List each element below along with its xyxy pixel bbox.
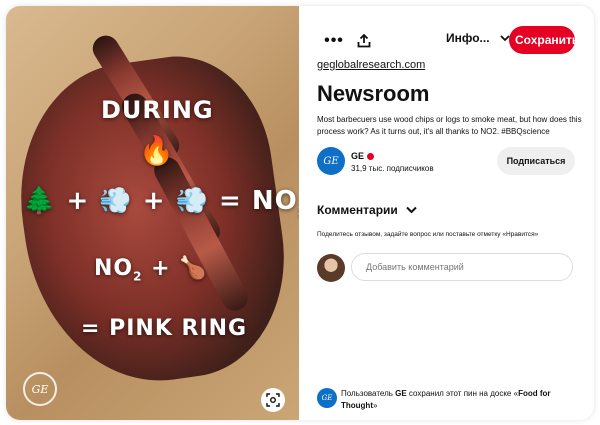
more-options-button[interactable]: •••	[319, 26, 349, 56]
plus-sign: +	[66, 186, 90, 216]
saved-by-suffix: »	[372, 401, 378, 410]
equals-sign: =	[219, 186, 242, 216]
creator-name-row[interactable]: GE	[351, 151, 375, 161]
pin-title: Newsroom	[317, 81, 430, 106]
more-icon: •••	[324, 32, 344, 49]
no2-text: NO	[94, 256, 134, 281]
image-text-during: DURING	[101, 96, 214, 124]
image-text-pink-ring: = PINK RING	[81, 316, 248, 341]
saved-by-middle: сохранил этот пин на доске «	[406, 389, 519, 398]
no2-subscript: 2	[133, 269, 143, 284]
pin-description: Most barbecuers use wood chips or logs t…	[317, 115, 582, 136]
pin-image[interactable]: DURING 🔥 🌲 + 💨 + 💨 = NO2 NO2 + 🍗 = PINK …	[6, 6, 299, 420]
creator-name[interactable]: GE	[351, 151, 364, 161]
creator-avatar[interactable]: GE	[317, 147, 345, 175]
saved-by-text: Пользователь GE сохранил этот пин на дос…	[341, 388, 581, 412]
comments-title: Комментарии	[317, 203, 398, 217]
saved-by-avatar-text: GE	[321, 394, 333, 402]
image-equation-2: NO2 + 🍗	[94, 256, 208, 283]
creator-followers: 31,9 тыс. подписчиков	[351, 164, 434, 173]
board-select[interactable]: Инфо...	[446, 31, 510, 45]
saved-by-avatar[interactable]: GE	[317, 388, 337, 408]
creator-avatar-text: GE	[323, 155, 339, 167]
saved-by-user[interactable]: GE	[395, 389, 407, 398]
subscribe-button[interactable]: Подписаться	[497, 147, 575, 175]
ge-watermark-logo: GE	[23, 372, 57, 406]
pin-toolbar: ••• Инфо... Сохранить	[299, 26, 594, 60]
meat-icon: 🍗	[179, 256, 208, 281]
share-button[interactable]	[349, 26, 379, 56]
plus-sign: +	[142, 186, 166, 216]
source-link[interactable]: geglobalresearch.com	[317, 59, 425, 71]
share-icon	[357, 34, 371, 48]
smoke-icon: 💨	[175, 186, 209, 216]
pin-details-panel: ••• Инфо... Сохранить geglobalresearch.c…	[299, 6, 594, 420]
chevron-down-icon	[406, 206, 417, 214]
fire-icon: 🔥	[139, 134, 175, 167]
ge-watermark-text: GE	[31, 382, 49, 396]
pin-card: DURING 🔥 🌲 + 💨 + 💨 = NO2 NO2 + 🍗 = PINK …	[6, 6, 594, 420]
comments-toggle[interactable]: Комментарии	[317, 203, 417, 217]
current-user-avatar[interactable]	[317, 254, 345, 282]
lens-icon	[266, 393, 280, 407]
save-button[interactable]: Сохранить	[509, 26, 579, 54]
comments-hint: Поделитесь отзывом, задайте вопрос или п…	[317, 231, 539, 238]
verified-badge-icon	[367, 153, 375, 161]
image-equation-1: 🌲 + 💨 + 💨 = NO2	[23, 186, 299, 218]
smoke-icon: 💨	[99, 186, 133, 216]
visual-search-button[interactable]	[261, 388, 285, 412]
saved-by-prefix: Пользователь	[341, 389, 396, 398]
no2-text: NO	[251, 186, 298, 216]
add-comment-input[interactable]	[351, 253, 573, 281]
board-select-label: Инфо...	[446, 31, 490, 45]
plus-sign: +	[151, 256, 171, 281]
tree-icon: 🌲	[23, 186, 57, 216]
